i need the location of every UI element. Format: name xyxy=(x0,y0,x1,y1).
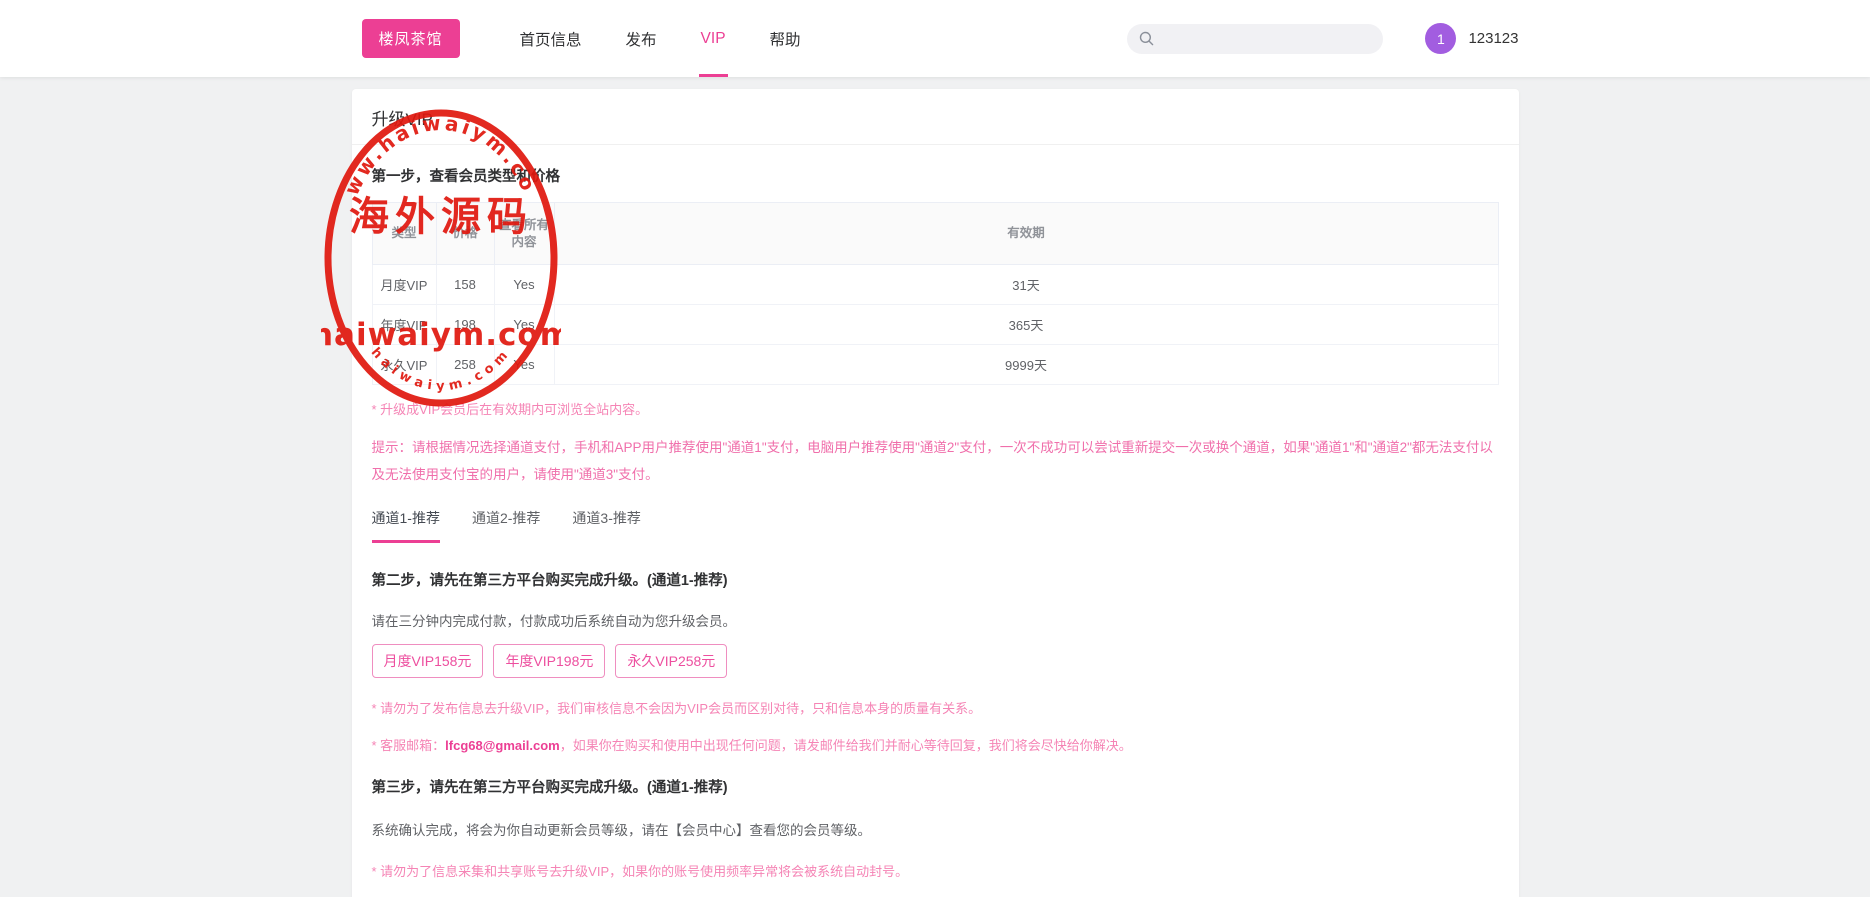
step2-desc: 请在三分钟内完成付款，付款成功后系统自动为您升级会员。 xyxy=(372,610,1499,630)
table-cell: Yes xyxy=(494,305,554,345)
buy-yearly-vip-button[interactable]: 年度VIP198元 xyxy=(493,644,605,678)
tab-channel-3[interactable]: 通道3-推荐 xyxy=(572,508,640,543)
support-email-suffix: ，如果你在购买和使用中出现任何问题，请发邮件给我们并耐心等待回复，我们将会尽快给… xyxy=(560,738,1132,753)
table-cell: 永久VIP xyxy=(372,345,436,385)
table-header-row: 类型价格查看所有内容有效期 xyxy=(372,203,1498,265)
table-cell: Yes xyxy=(494,345,554,385)
vip-price-table: 类型价格查看所有内容有效期月度VIP158Yes31天年度VIP198Yes36… xyxy=(372,202,1499,385)
nav-item-help[interactable]: 帮助 xyxy=(768,0,803,77)
search-input[interactable] xyxy=(1162,31,1371,46)
user-avatar[interactable]: 1 xyxy=(1425,23,1456,54)
table-row: 永久VIP258Yes9999天 xyxy=(372,345,1498,385)
table-header-cell: 类型 xyxy=(372,203,436,265)
table-cell: 198 xyxy=(436,305,494,345)
top-navigation-bar: 楼凤茶馆 首页信息 发布 VIP 帮助 1 123123 xyxy=(0,0,1870,77)
support-email-address[interactable]: lfcg68@gmail.com xyxy=(445,738,560,753)
table-header-cell: 查看所有内容 xyxy=(494,203,554,265)
tab-channel-2[interactable]: 通道2-推荐 xyxy=(472,508,540,543)
tab-channel-1[interactable]: 通道1-推荐 xyxy=(372,508,440,543)
note-review-policy: * 请勿为了发布信息去升级VIP，我们审核信息不会因为VIP会员而区别对待，只和… xyxy=(372,700,1499,717)
buy-monthly-vip-button[interactable]: 月度VIP158元 xyxy=(372,644,484,678)
table-cell: 9999天 xyxy=(554,345,1498,385)
username-label[interactable]: 123123 xyxy=(1468,30,1518,47)
site-logo[interactable]: 楼凤茶馆 xyxy=(362,19,460,58)
card-header: 升级VIP xyxy=(352,89,1519,145)
step1-title: 第一步，查看会员类型和价格 xyxy=(372,165,1499,186)
table-header-cell: 有效期 xyxy=(554,203,1498,265)
table-row: 年度VIP198Yes365天 xyxy=(372,305,1498,345)
upgrade-vip-card: 升级VIP 第一步，查看会员类型和价格 类型价格查看所有内容有效期月度VIP15… xyxy=(352,89,1519,897)
support-email-prefix: * 客服邮箱： xyxy=(372,738,446,753)
table-cell: 158 xyxy=(436,265,494,305)
table-cell: 年度VIP xyxy=(372,305,436,345)
buy-permanent-vip-button[interactable]: 永久VIP258元 xyxy=(615,644,727,678)
table-cell: 365天 xyxy=(554,305,1498,345)
search-icon xyxy=(1139,31,1154,46)
table-cell: Yes xyxy=(494,265,554,305)
step3-desc: 系统确认完成，将会为你自动更新会员等级，请在【会员中心】查看您的会员等级。 xyxy=(372,819,1499,839)
page-content: 升级VIP 第一步，查看会员类型和价格 类型价格查看所有内容有效期月度VIP15… xyxy=(352,77,1519,897)
step3-title: 第三步，请先在第三方平台购买完成升级。(通道1-推荐) xyxy=(372,776,1499,797)
table-row: 月度VIP158Yes31天 xyxy=(372,265,1498,305)
note-valid-period: * 升级成VIP会员后在有效期内可浏览全站内容。 xyxy=(372,401,1499,418)
table-header-cell: 价格 xyxy=(436,203,494,265)
nav-item-vip[interactable]: VIP xyxy=(699,0,728,77)
nav-item-publish[interactable]: 发布 xyxy=(624,0,659,77)
nav-item-home[interactable]: 首页信息 xyxy=(518,0,584,77)
buy-button-row: 月度VIP158元 年度VIP198元 永久VIP258元 xyxy=(372,644,1499,678)
table-cell: 258 xyxy=(436,345,494,385)
main-nav: 首页信息 发布 VIP 帮助 xyxy=(518,0,843,77)
payment-channel-tip: 提示：请根据情况选择通道支付，手机和APP用户推荐使用"通道1"支付，电脑用户推… xyxy=(372,434,1499,488)
table-cell: 月度VIP xyxy=(372,265,436,305)
step2-title: 第二步，请先在第三方平台购买完成升级。(通道1-推荐) xyxy=(372,569,1499,590)
search-box[interactable] xyxy=(1127,24,1383,54)
page-title: 升级VIP xyxy=(372,105,1499,130)
note-support-email: * 客服邮箱：lfcg68@gmail.com，如果你在购买和使用中出现任何问题… xyxy=(372,737,1499,754)
note-ban-warning: * 请勿为了信息采集和共享账号去升级VIP，如果你的账号使用频率异常将会被系统自… xyxy=(372,863,1499,880)
table-cell: 31天 xyxy=(554,265,1498,305)
channel-tabs: 通道1-推荐 通道2-推荐 通道3-推荐 xyxy=(372,508,1499,543)
